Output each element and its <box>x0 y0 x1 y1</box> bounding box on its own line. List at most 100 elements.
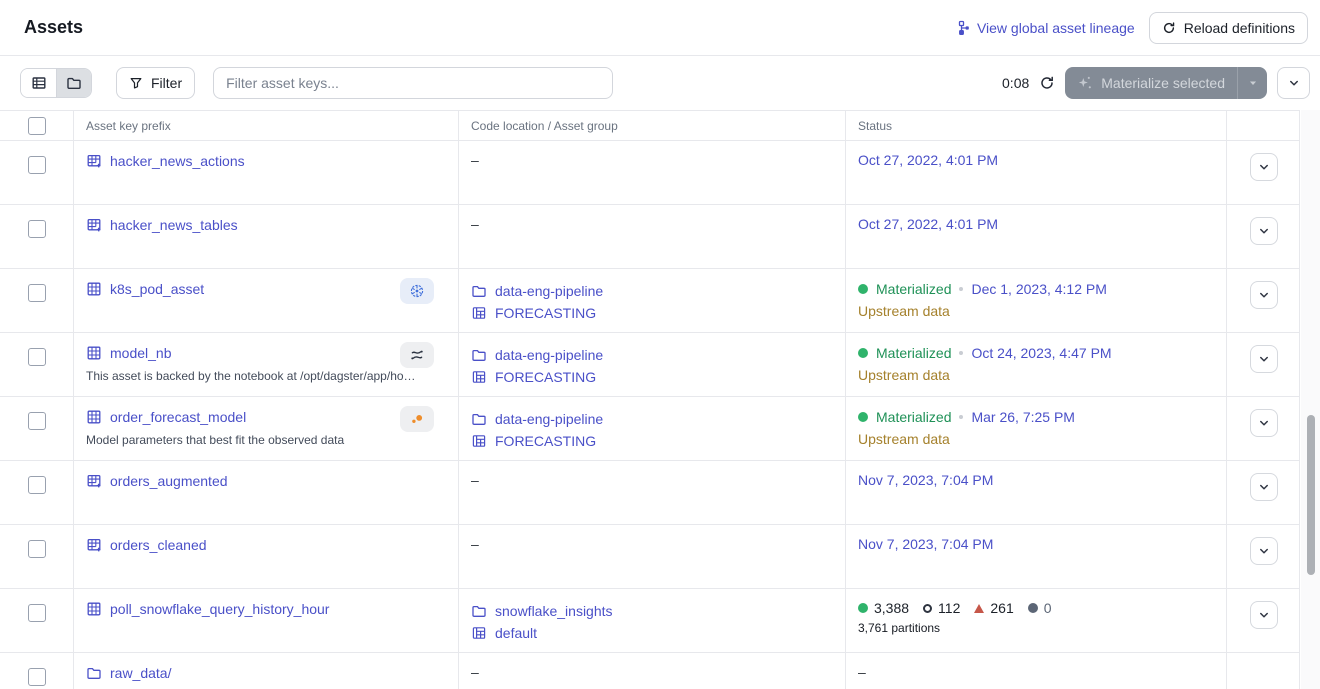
list-view-button[interactable] <box>21 69 56 97</box>
jupyter-icon <box>409 411 425 427</box>
lineage-icon <box>954 20 970 36</box>
reload-definitions-button[interactable]: Reload definitions <box>1149 12 1308 44</box>
table-row: raw_data/–– <box>0 653 1299 689</box>
row-menu-button[interactable] <box>1250 345 1278 373</box>
upstream-data-tag: Upstream data <box>858 430 1214 448</box>
separator-dot <box>959 415 963 419</box>
table-row: orders_augmented –Nov 7, 2023, 7:04 PM <box>0 461 1299 525</box>
notebook-badge <box>400 342 434 368</box>
row-menu-button[interactable] <box>1250 601 1278 629</box>
folder-view-button[interactable] <box>56 69 91 97</box>
chevron-down-icon <box>1257 416 1271 430</box>
code-location-cell: data-eng-pipelineFORECASTING <box>458 269 845 332</box>
asset-group-link[interactable]: FORECASTING <box>495 366 596 388</box>
select-all-checkbox[interactable] <box>28 117 46 135</box>
row-menu-button[interactable] <box>1250 537 1278 565</box>
asset-link[interactable]: orders_augmented <box>110 472 228 490</box>
row-checkbox[interactable] <box>28 156 46 174</box>
materialization-timestamp-link[interactable]: Oct 27, 2022, 4:01 PM <box>858 216 998 232</box>
chevron-down-icon <box>1257 352 1271 366</box>
dot-green-icon <box>858 603 868 613</box>
upstream-data-tag: Upstream data <box>858 302 1214 320</box>
row-checkbox[interactable] <box>28 348 46 366</box>
code-location-line: data-eng-pipeline <box>471 408 833 430</box>
partition-count-value: 3,388 <box>874 600 909 616</box>
header-actions: View global asset lineage Reload definit… <box>954 12 1308 44</box>
table-icon <box>86 601 102 617</box>
asset-link[interactable]: hacker_news_tables <box>110 216 238 234</box>
asset-group-link[interactable]: default <box>495 622 537 644</box>
caret-down-icon <box>1246 76 1260 90</box>
toolbar-right: 0:08 Materialize selected <box>1002 67 1310 99</box>
view-global-asset-lineage-link[interactable]: View global asset lineage <box>954 20 1135 36</box>
row-menu-button[interactable] <box>1250 473 1278 501</box>
row-checkbox[interactable] <box>28 476 46 494</box>
materialization-timestamp-link[interactable]: Dec 1, 2023, 4:12 PM <box>971 280 1106 298</box>
asset-group-line: FORECASTING <box>471 302 833 324</box>
code-location-link[interactable]: data-eng-pipeline <box>495 280 603 302</box>
row-checkbox[interactable] <box>28 284 46 302</box>
materialization-timestamp-link[interactable]: Oct 24, 2023, 4:47 PM <box>971 344 1111 362</box>
scrollbar-thumb[interactable] <box>1307 415 1315 575</box>
filter-asset-keys-input[interactable] <box>213 67 613 99</box>
partition-count-value: 112 <box>938 600 960 616</box>
asset-link[interactable]: hacker_news_actions <box>110 152 245 170</box>
asset-key-cell: model_nbThis asset is backed by the note… <box>73 333 458 396</box>
code-location-dash: – <box>471 152 479 168</box>
asset-link[interactable]: orders_cleaned <box>110 536 207 554</box>
chevron-down-icon <box>1287 76 1301 90</box>
code-location-link[interactable]: snowflake_insights <box>495 600 613 622</box>
toolbar-collapse-button[interactable] <box>1277 67 1310 99</box>
materialization-timestamp-link[interactable]: Nov 7, 2023, 7:04 PM <box>858 536 993 552</box>
row-checkbox[interactable] <box>28 540 46 558</box>
row-menu-button[interactable] <box>1250 153 1278 181</box>
asset-link[interactable]: raw_data/ <box>110 664 171 682</box>
row-menu-cell <box>1226 333 1300 396</box>
materialization-timestamp-link[interactable]: Oct 27, 2022, 4:01 PM <box>858 152 998 168</box>
materialization-timestamp-link[interactable]: Nov 7, 2023, 7:04 PM <box>858 472 993 488</box>
row-menu-button[interactable] <box>1250 217 1278 245</box>
table-row: orders_cleaned–Nov 7, 2023, 7:04 PM <box>0 525 1299 589</box>
row-checkbox[interactable] <box>28 220 46 238</box>
code-location-cell: – <box>458 461 845 524</box>
chevron-down-icon <box>1257 608 1271 622</box>
refresh-button[interactable] <box>1039 75 1055 91</box>
table-icon <box>86 281 102 297</box>
row-menu-button[interactable] <box>1250 409 1278 437</box>
scrollbar-track[interactable] <box>1301 110 1320 689</box>
status-line: MaterializedMar 26, 7:25 PM <box>858 408 1214 426</box>
asset-group-link[interactable]: FORECASTING <box>495 302 596 324</box>
asset-link[interactable]: model_nb <box>110 344 172 362</box>
asset-link[interactable]: poll_snowflake_query_history_hour <box>110 600 329 618</box>
column-header-asset-key: Asset key prefix <box>73 111 458 140</box>
row-select-cell <box>0 141 73 204</box>
materialize-selected-button[interactable]: Materialize selected <box>1065 67 1237 99</box>
code-location-link[interactable]: data-eng-pipeline <box>495 408 603 430</box>
view-toggle <box>20 68 92 98</box>
code-location-line: data-eng-pipeline <box>471 280 833 302</box>
table-row: k8s_pod_asset data-eng-pipelineFORECASTIN… <box>0 269 1299 333</box>
row-checkbox[interactable] <box>28 604 46 622</box>
row-checkbox[interactable] <box>28 412 46 430</box>
asset-link[interactable]: k8s_pod_asset <box>110 280 204 298</box>
asset-name-line: hacker_news_actions <box>86 152 446 170</box>
code-location-link[interactable]: data-eng-pipeline <box>495 344 603 366</box>
asset-group-link[interactable]: FORECASTING <box>495 430 596 452</box>
list-view-icon <box>31 75 47 91</box>
row-checkbox[interactable] <box>28 668 46 686</box>
asset-name-line: orders_augmented <box>86 472 446 490</box>
materialization-timestamp-link[interactable]: Mar 26, 7:25 PM <box>971 408 1075 426</box>
asset-name-line: raw_data/ <box>86 664 446 682</box>
row-menu-button[interactable] <box>1250 281 1278 309</box>
table-row: poll_snowflake_query_history_hour snowfla… <box>0 589 1299 653</box>
table-body: hacker_news_actions – Oct 27, 2022, 4:01 P… <box>0 141 1299 689</box>
row-select-cell <box>0 525 73 588</box>
row-menu-cell <box>1226 205 1300 268</box>
row-menu-cell <box>1226 653 1300 689</box>
materialize-caret-button[interactable] <box>1237 67 1267 99</box>
row-menu-cell <box>1226 141 1300 204</box>
toolbar: Filter 0:08 Materialize selected <box>0 56 1320 110</box>
filter-button[interactable]: Filter <box>116 67 195 99</box>
separator-dot <box>959 351 963 355</box>
asset-link[interactable]: order_forecast_model <box>110 408 246 426</box>
